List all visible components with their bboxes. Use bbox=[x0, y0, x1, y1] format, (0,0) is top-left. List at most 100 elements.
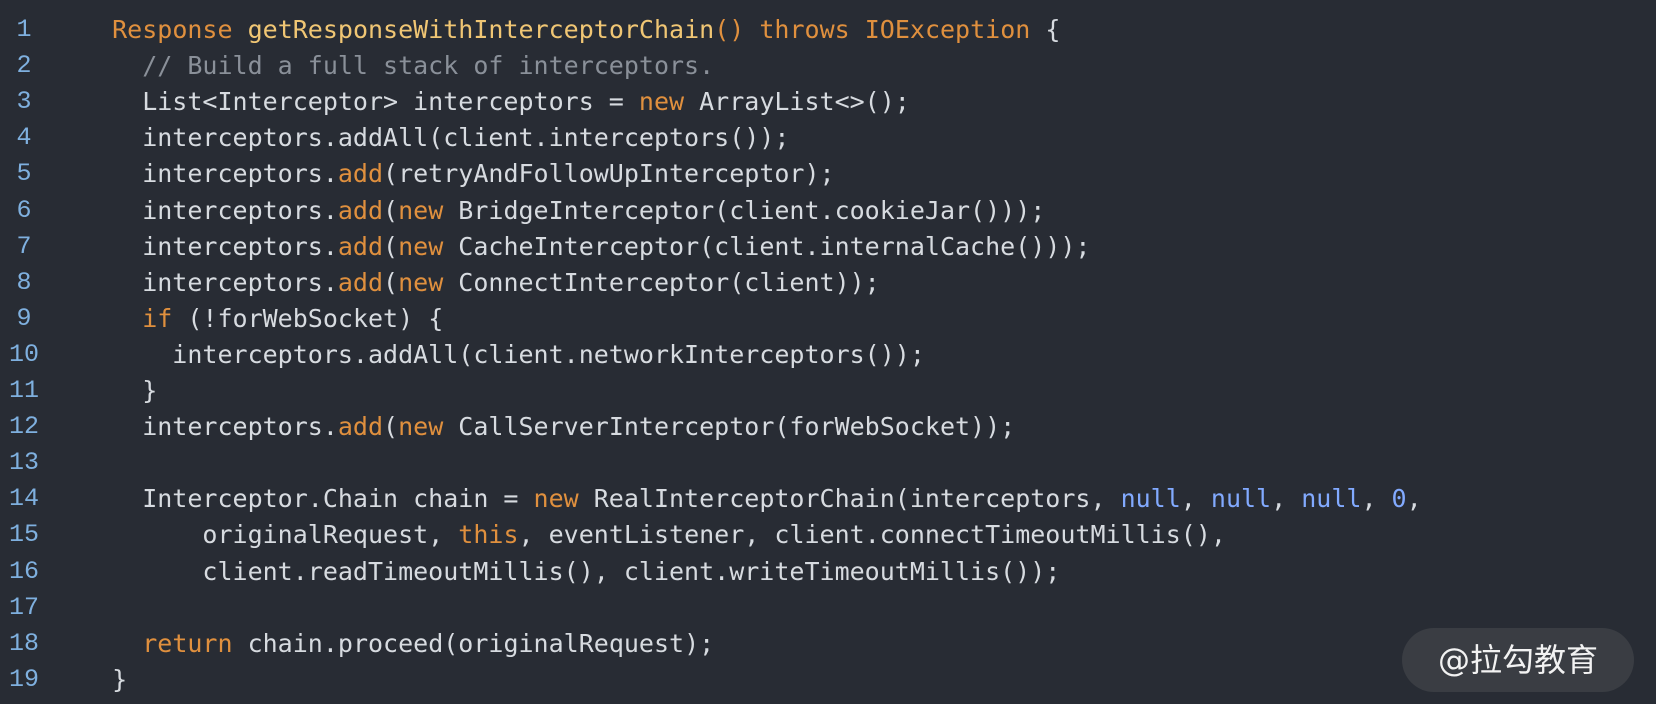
line-number: 11 bbox=[8, 376, 39, 405]
code-token: add bbox=[337, 159, 384, 189]
code-token: return bbox=[142, 628, 233, 658]
code-token: add bbox=[337, 412, 384, 442]
code-token: (!forWebSocket) { bbox=[172, 303, 444, 333]
line-code: interceptors.addAll(client.interceptors(… bbox=[82, 120, 789, 156]
code-token: chain.proceed(originalRequest); bbox=[232, 628, 715, 658]
code-token: interceptors.addAll(client.networkInterc… bbox=[82, 339, 925, 369]
code-token: CallServerInterceptor(forWebSocket)); bbox=[443, 412, 1016, 442]
code-token: add bbox=[337, 195, 384, 225]
code-token: // Build a full stack of interceptors. bbox=[82, 51, 715, 81]
code-token: getResponseWithInterceptorChain bbox=[247, 15, 715, 44]
code-token: RealInterceptorChain(interceptors, bbox=[578, 484, 1121, 514]
code-token: List<Interceptor> interceptors = bbox=[82, 87, 639, 117]
code-token: this bbox=[458, 520, 519, 550]
code-token: , bbox=[1180, 484, 1211, 514]
code-token: , bbox=[1361, 484, 1392, 514]
code-token: client.readTimeoutMillis(), client.write… bbox=[82, 556, 1061, 586]
code-token: new bbox=[398, 195, 444, 225]
code-token: 0 bbox=[1391, 484, 1407, 514]
line-number: 13 bbox=[8, 448, 39, 478]
code-token: () bbox=[714, 15, 745, 44]
line-code: if (!forWebSocket) { bbox=[82, 301, 443, 337]
code-token: CacheInterceptor(client.internalCache())… bbox=[443, 231, 1091, 261]
code-token: interceptors. bbox=[82, 412, 338, 442]
code-token: } bbox=[82, 376, 158, 405]
code-token: IOException bbox=[864, 15, 1031, 44]
line-number: 1 bbox=[16, 15, 32, 44]
code-token: originalRequest, bbox=[82, 520, 459, 550]
code-token: interceptors. bbox=[82, 267, 338, 297]
line-code: return chain.proceed(originalRequest); bbox=[82, 626, 714, 662]
line-number: 17 bbox=[8, 592, 39, 622]
line-code: // Build a full stack of interceptors. bbox=[82, 48, 714, 84]
code-token: ArrayList<>(); bbox=[684, 87, 910, 117]
code-token: } bbox=[82, 664, 128, 694]
code-token: ( bbox=[383, 195, 399, 225]
code-token: , eventListener, client.connectTimeoutMi… bbox=[518, 520, 1226, 550]
watermark-badge: @拉勾教育 bbox=[1402, 628, 1634, 692]
code-token: interceptors. bbox=[82, 159, 338, 189]
line-number: 18 bbox=[8, 628, 39, 658]
line-code: interceptors.add(new ConnectInterceptor(… bbox=[82, 265, 880, 301]
line-number: 7 bbox=[16, 231, 32, 261]
code-token: { bbox=[1030, 15, 1061, 44]
line-number: 14 bbox=[8, 484, 39, 514]
line-number: 8 bbox=[16, 267, 32, 297]
line-number: 2 bbox=[16, 51, 32, 81]
code-token: ( bbox=[383, 267, 399, 297]
line-number: 10 bbox=[8, 339, 39, 369]
code-token: null bbox=[1120, 484, 1181, 514]
line-code: interceptors.addAll(client.networkInterc… bbox=[82, 337, 925, 373]
code-editor: 1 Response getResponseWithInterceptorCha… bbox=[0, 0, 1656, 704]
line-code: interceptors.add(new CacheInterceptor(cl… bbox=[82, 229, 1090, 265]
line-code: List<Interceptor> interceptors = new Arr… bbox=[82, 84, 910, 120]
code-token: add bbox=[337, 231, 384, 261]
code-token: interceptors.addAll(client.interceptors(… bbox=[82, 123, 790, 153]
line-number: 4 bbox=[16, 123, 32, 153]
code-token: new bbox=[398, 412, 444, 442]
code-token: , bbox=[1406, 484, 1422, 514]
code-token: new bbox=[638, 87, 685, 117]
line-code: } bbox=[82, 373, 157, 409]
line-code: interceptors.add(new BridgeInterceptor(c… bbox=[82, 193, 1045, 229]
code-token: new bbox=[398, 267, 444, 297]
code-token: Interceptor.Chain chain = bbox=[82, 484, 534, 514]
code-token: , bbox=[1271, 484, 1302, 514]
code-token: Response bbox=[112, 15, 233, 44]
code-token: interceptors. bbox=[82, 195, 338, 225]
line-number: 6 bbox=[16, 195, 32, 225]
line-number: 15 bbox=[8, 520, 39, 550]
line-number: 19 bbox=[8, 664, 39, 694]
code-token: throws bbox=[759, 15, 850, 44]
code-token: (retryAndFollowUpInterceptor); bbox=[383, 159, 835, 189]
line-code: } bbox=[82, 662, 127, 698]
code-token: null bbox=[1210, 484, 1272, 514]
line-number: 9 bbox=[16, 303, 32, 333]
line-code: interceptors.add(retryAndFollowUpInterce… bbox=[82, 156, 835, 192]
line-code: Response getResponseWithInterceptorChain… bbox=[82, 12, 1060, 48]
code-token: ConnectInterceptor(client)); bbox=[443, 267, 880, 297]
code-token: ( bbox=[383, 231, 399, 261]
line-number: 3 bbox=[16, 87, 32, 117]
line-number: 16 bbox=[8, 556, 39, 586]
line-code: client.readTimeoutMillis(), client.write… bbox=[82, 554, 1060, 590]
code-token: interceptors. bbox=[82, 231, 338, 261]
line-number: 5 bbox=[16, 159, 32, 189]
line-code: Interceptor.Chain chain = new RealInterc… bbox=[82, 481, 1422, 517]
code-token: if bbox=[142, 303, 173, 333]
code-token: null bbox=[1301, 484, 1362, 514]
code-token: BridgeInterceptor(client.cookieJar())); bbox=[443, 195, 1046, 225]
code-token: new bbox=[533, 484, 579, 514]
line-number: 12 bbox=[8, 412, 39, 442]
line-code: interceptors.add(new CallServerIntercept… bbox=[82, 409, 1015, 445]
code-token: new bbox=[398, 231, 444, 261]
code-token: add bbox=[337, 267, 384, 297]
line-code: originalRequest, this, eventListener, cl… bbox=[82, 517, 1226, 553]
code-token: ( bbox=[383, 412, 399, 442]
